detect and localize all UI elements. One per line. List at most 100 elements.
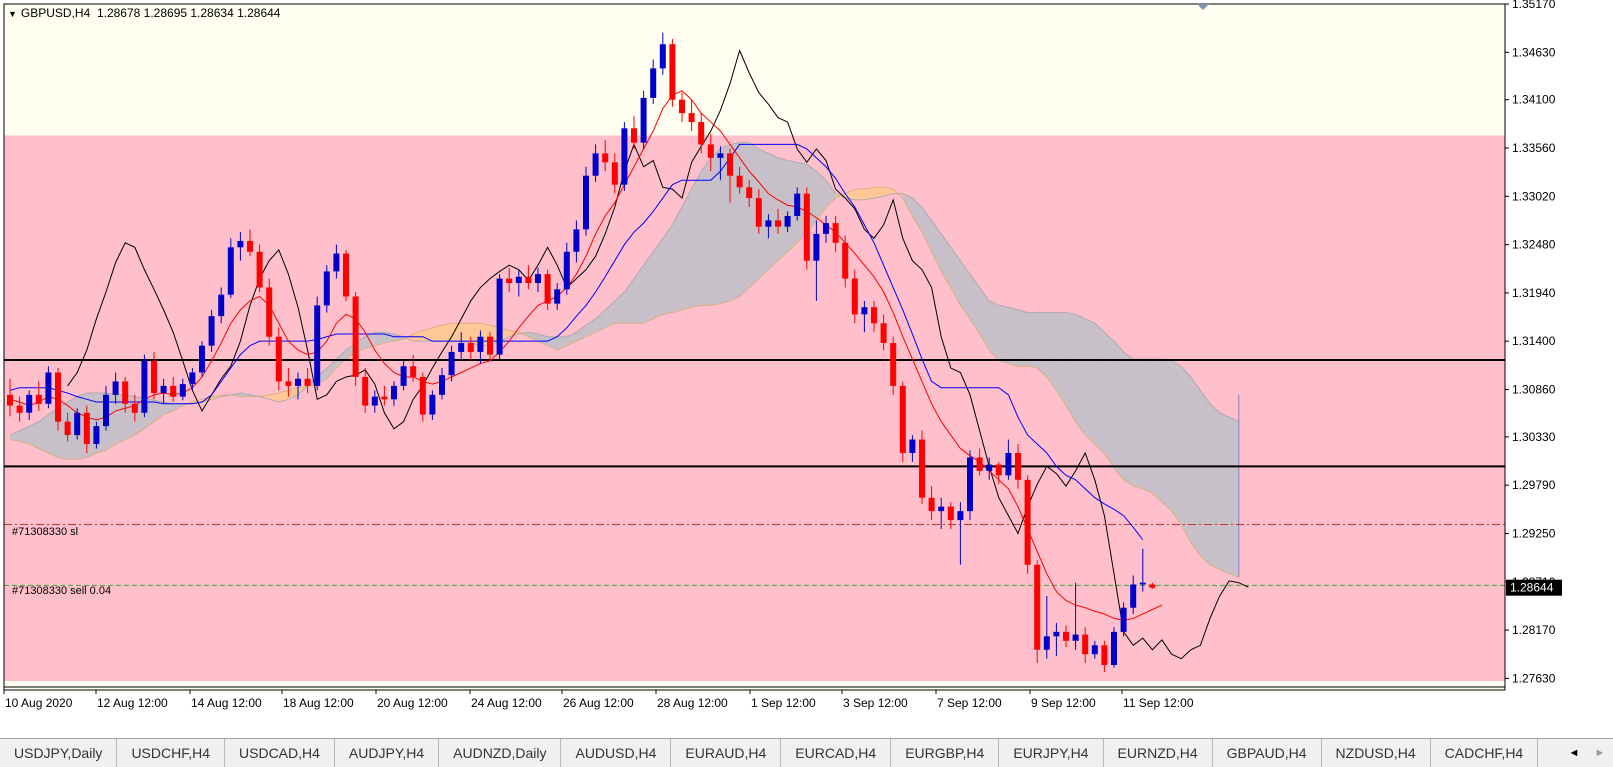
candle-body <box>237 241 244 248</box>
candle-body <box>1149 584 1156 588</box>
candle-body <box>314 305 321 386</box>
candle-body <box>170 385 177 397</box>
y-tick-label: 1.27630 <box>1512 671 1556 685</box>
symbol-label: GBPUSD,H4 <box>20 6 91 20</box>
candle-body <box>275 336 282 382</box>
candle-body <box>621 128 628 185</box>
candle-body <box>880 323 887 343</box>
symbol-tab[interactable]: AUDUSD,H4 <box>561 739 672 767</box>
kumo-cloud-segment <box>998 305 1009 364</box>
kumo-cloud-segment <box>1114 341 1124 480</box>
candle-body <box>842 242 849 279</box>
symbol-tab[interactable]: CADCHF,H4 <box>1431 739 1539 767</box>
symbol-tab[interactable]: GBPAUD,H4 <box>1213 739 1322 767</box>
kumo-cloud-segment <box>682 189 692 310</box>
candle-body <box>899 385 906 453</box>
kumo-cloud-segment <box>1142 359 1153 494</box>
candle-body <box>688 113 695 123</box>
candle-body <box>1072 634 1079 641</box>
x-tick-label: 3 Sep 12:00 <box>843 696 908 710</box>
candle-body <box>890 342 897 386</box>
candle-body <box>909 439 916 453</box>
x-tick-label: 14 Aug 12:00 <box>191 696 262 710</box>
kumo-cloud-segment <box>739 142 750 297</box>
kumo-cloud-segment <box>1152 359 1162 503</box>
candle-body <box>179 384 186 397</box>
symbol-tab[interactable]: USDCHF,H4 <box>117 739 226 767</box>
candle-body <box>650 68 657 98</box>
ohlc-readout: 1.28678 1.28695 1.28634 1.28644 <box>96 6 281 20</box>
kumo-cloud-segment <box>1018 309 1028 367</box>
collapse-triangle-icon[interactable]: ▼ <box>8 9 17 19</box>
candle-body <box>419 376 426 415</box>
candle-body <box>496 278 503 355</box>
kumo-cloud-segment <box>1104 332 1114 469</box>
scroll-left-icon[interactable]: ◄ <box>1561 739 1587 767</box>
candle-body <box>775 220 781 227</box>
candle-body <box>45 372 52 404</box>
kumo-cloud-segment <box>854 189 865 200</box>
symbol-tab[interactable]: EURNZD,H4 <box>1104 739 1213 767</box>
candle-body <box>631 128 637 143</box>
x-tick-label: 28 Aug 12:00 <box>657 696 728 710</box>
candle-body <box>323 271 330 306</box>
symbol-tab[interactable]: EURJPY,H4 <box>999 739 1104 767</box>
y-tick-label: 1.28170 <box>1512 623 1556 637</box>
candle-body <box>64 421 71 436</box>
candle-body <box>794 193 801 216</box>
candle-body <box>218 294 225 317</box>
kumo-cloud-segment <box>1066 312 1076 422</box>
candle-body <box>823 223 829 234</box>
candle-body <box>765 220 772 227</box>
x-tick-label: 10 Aug 2020 <box>5 696 73 710</box>
candle-body <box>861 307 868 315</box>
symbol-tab[interactable]: USDJPY,Daily <box>0 739 118 767</box>
candle-body <box>746 187 753 199</box>
candle-body <box>1139 582 1146 585</box>
candle-body <box>851 278 858 315</box>
candle-body <box>1053 631 1060 637</box>
kumo-cloud-segment <box>662 224 673 315</box>
symbol-tab[interactable]: EURGBP,H4 <box>891 739 1000 767</box>
candle-body <box>669 44 676 100</box>
candle-body <box>112 381 119 395</box>
kumo-cloud-segment <box>1229 417 1239 578</box>
candle-body <box>362 376 369 406</box>
candle-body <box>93 426 100 445</box>
candle-body <box>448 351 455 376</box>
chart-window[interactable]: 1.35170 1.34630 1.34100 1.33560 1.33020 1.324… <box>0 0 1613 738</box>
y-tick-label: 1.31940 <box>1512 286 1556 300</box>
price-chart[interactable]: 1.35170 1.34630 1.34100 1.33560 1.33020 1.324… <box>0 0 1613 738</box>
candle-body <box>1063 631 1069 641</box>
candle-body <box>755 198 762 227</box>
candle-body <box>35 394 42 404</box>
candle-body <box>343 253 349 297</box>
y-tick-label: 1.33560 <box>1512 141 1556 155</box>
candle-body <box>525 276 532 284</box>
y-tick-label: 1.34630 <box>1512 45 1556 59</box>
symbol-tab[interactable]: USDCAD,H4 <box>225 739 335 767</box>
candle-body <box>458 342 465 352</box>
candle-body <box>784 215 791 227</box>
candle-body <box>1111 631 1117 665</box>
symbol-tab[interactable]: AUDJPY,H4 <box>335 739 440 767</box>
x-tick-label: 7 Sep 12:00 <box>937 696 1002 710</box>
kumo-cloud-segment <box>1085 318 1095 445</box>
candle-body <box>1034 564 1041 650</box>
symbol-tab[interactable]: EURAUD,H4 <box>671 739 782 767</box>
candle-body <box>938 506 945 512</box>
candle-body <box>832 223 839 243</box>
candle-body <box>256 251 263 288</box>
kumo-cloud-segment <box>1008 307 1018 367</box>
symbol-tab[interactable]: AUDNZD,Daily <box>439 739 562 767</box>
tab-bar-spacer <box>1538 739 1561 767</box>
candle-body <box>583 175 589 230</box>
candle-body <box>986 464 993 471</box>
chart-header: ▼ GBPUSD,H4 1.28678 1.28695 1.28634 1.286… <box>8 6 280 20</box>
symbol-tab[interactable]: NZDUSD,H4 <box>1322 739 1431 767</box>
candle-body <box>919 439 925 498</box>
symbol-tab[interactable]: EURCAD,H4 <box>781 739 892 767</box>
y-tick-label: 1.31400 <box>1512 334 1556 348</box>
candle-body <box>928 497 935 512</box>
scroll-right-icon[interactable]: ► <box>1587 739 1613 767</box>
